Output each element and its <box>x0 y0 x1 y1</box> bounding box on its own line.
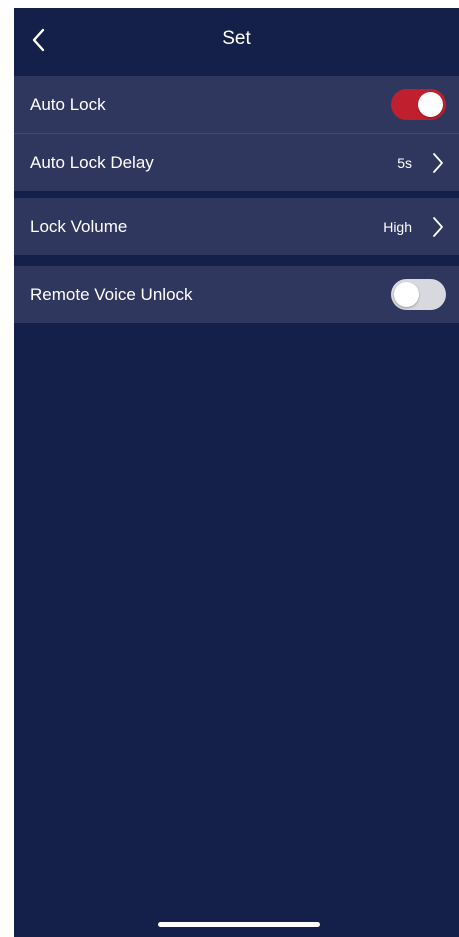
remote-voice-unlock-toggle[interactable] <box>391 279 446 310</box>
auto-lock-toggle[interactable] <box>391 89 446 120</box>
lock-volume-row[interactable]: Lock Volume High <box>14 198 459 255</box>
nav-header: Set <box>14 8 459 75</box>
auto-lock-section: Auto Lock Auto Lock Delay 5s <box>14 76 459 191</box>
chevron-right-icon <box>433 217 443 237</box>
remote-voice-unlock-section: Remote Voice Unlock <box>14 266 459 323</box>
phone-screen: Set Auto Lock Auto Lock Delay 5s Lock Vo… <box>14 8 459 937</box>
auto-lock-delay-row[interactable]: Auto Lock Delay 5s <box>14 133 459 191</box>
chevron-right-icon <box>433 153 443 173</box>
auto-lock-delay-label: Auto Lock Delay <box>30 152 154 172</box>
auto-lock-label: Auto Lock <box>30 94 106 114</box>
auto-lock-delay-value: 5s <box>397 154 412 171</box>
remote-voice-unlock-label: Remote Voice Unlock <box>30 284 193 304</box>
remote-voice-unlock-row: Remote Voice Unlock <box>14 266 459 323</box>
auto-lock-row: Auto Lock <box>14 76 459 133</box>
toggle-knob <box>418 92 443 117</box>
page-title: Set <box>222 28 251 49</box>
lock-volume-value: High <box>383 218 412 235</box>
lock-volume-section: Lock Volume High <box>14 198 459 255</box>
home-indicator[interactable] <box>158 922 320 927</box>
toggle-knob <box>394 282 419 307</box>
lock-volume-label: Lock Volume <box>30 216 128 236</box>
